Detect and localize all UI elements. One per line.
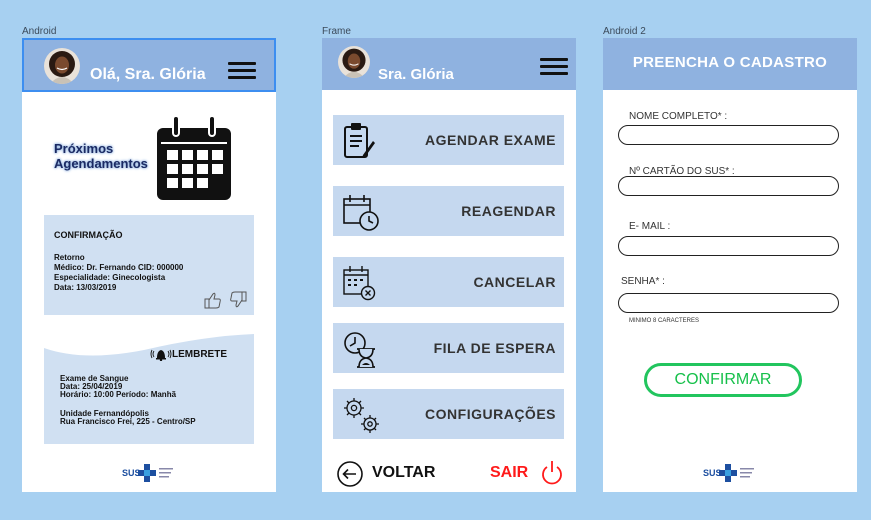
full-name-label: NOME COMPLETO* : — [629, 111, 728, 122]
reminder-line: Horário: 10:00 Período: Manhã — [60, 390, 177, 399]
confirmation-line: Data: 13/03/2019 — [54, 283, 117, 292]
register-header: PREENCHA O CADASTRO — [603, 38, 857, 90]
waiting-list-button[interactable]: FILA DE ESPERA — [333, 323, 564, 373]
home-screen: Olá, Sra. Glória Próximos Agendamentos C… — [22, 38, 276, 492]
reminder-title: LEMBRETE — [172, 349, 227, 360]
settings-button[interactable]: CONFIGURAÇÕES — [333, 389, 564, 439]
sus-logo: SUS — [122, 462, 176, 484]
feedback-buttons — [204, 291, 248, 309]
calendar-cancel-icon — [341, 263, 381, 303]
gears-icon — [341, 395, 383, 437]
bell-icon — [150, 347, 172, 361]
full-name-field[interactable] — [618, 125, 839, 145]
avatar[interactable] — [44, 48, 80, 84]
confirmation-title: CONFIRMAÇÃO — [54, 230, 123, 240]
menu-screen: Sra. Glória AGENDAR EXAME REAGENDAR CANC… — [322, 38, 576, 492]
schedule-exam-button[interactable]: AGENDAR EXAME — [333, 115, 564, 165]
register-screen: PREENCHA O CADASTRO NOME COMPLETO* : Nº … — [603, 38, 857, 492]
confirmation-line: Médico: Dr. Fernando CID: 000000 — [54, 263, 184, 272]
clipboard-icon — [341, 121, 377, 161]
power-icon[interactable] — [540, 459, 564, 487]
sus-logo-text: SUS — [122, 468, 141, 478]
menu-icon[interactable] — [228, 62, 256, 80]
reminder-line: Rua Francisco Frei, 225 - Centro/SP — [60, 417, 196, 426]
password-field[interactable] — [618, 293, 839, 313]
frame-label-android-2: Android 2 — [603, 26, 646, 37]
menu-item-label: FILA DE ESPERA — [433, 340, 556, 356]
password-hint: MINIMO 8 CARACTERES — [629, 318, 700, 324]
menu-item-label: CONFIGURAÇÕES — [425, 406, 556, 422]
confirm-button[interactable]: CONFIRMAR — [644, 363, 802, 397]
thumbs-down-icon[interactable] — [230, 291, 247, 308]
reschedule-button[interactable]: REAGENDAR — [333, 186, 564, 236]
sus-card-field[interactable] — [618, 176, 839, 196]
back-arrow-icon[interactable] — [336, 460, 364, 488]
hourglass-clock-icon — [341, 329, 381, 369]
menu-item-label: CANCELAR — [473, 274, 556, 290]
greeting-text: Sra. Glória — [378, 66, 454, 83]
home-header: Olá, Sra. Glória — [22, 38, 276, 92]
menu-item-label: REAGENDAR — [461, 203, 556, 219]
menu-icon[interactable] — [540, 58, 568, 76]
reminder-card[interactable]: LEMBRETE Exame de Sangue Data: 25/04/201… — [44, 330, 254, 444]
email-label: E- MAIL : — [629, 221, 671, 232]
thumbs-up-icon[interactable] — [204, 292, 221, 309]
upcoming-title-line-1: Próximos — [54, 141, 114, 156]
password-label: SENHA* : — [621, 276, 665, 287]
confirmation-card[interactable]: CONFIRMAÇÃO Retorno Médico: Dr. Fernando… — [44, 215, 254, 315]
menu-header: Sra. Glória — [322, 38, 576, 90]
calendar-icon — [155, 114, 233, 202]
exit-button[interactable]: SAIR — [490, 464, 528, 482]
upcoming-appointments-title: Próximos Agendamentos — [54, 141, 148, 171]
greeting-text: Olá, Sra. Glória — [90, 66, 206, 83]
back-button[interactable]: VOLTAR — [372, 464, 435, 482]
calendar-clock-icon — [341, 192, 381, 232]
upcoming-title-line-2: Agendamentos — [54, 156, 148, 171]
frame-label-android: Android — [22, 26, 57, 37]
email-field[interactable] — [618, 236, 839, 256]
frame-label-frame: Frame — [322, 26, 351, 37]
confirmation-line: Retorno — [54, 253, 85, 262]
sus-logo-text: SUS — [703, 468, 722, 478]
avatar[interactable] — [338, 46, 370, 78]
register-title: PREENCHA O CADASTRO — [632, 54, 828, 71]
confirmation-line: Especialidade: Ginecologista — [54, 273, 166, 282]
sus-logo: SUS — [703, 462, 757, 484]
cancel-button[interactable]: CANCELAR — [333, 257, 564, 307]
menu-item-label: AGENDAR EXAME — [425, 132, 556, 148]
